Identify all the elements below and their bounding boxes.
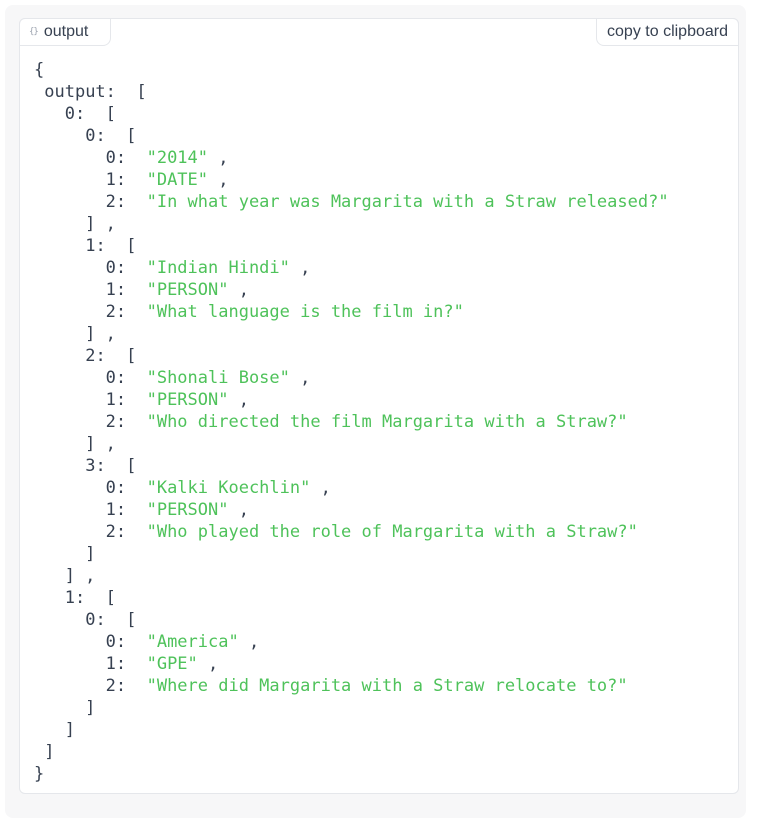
json-value-row: 2: "Where did Margarita with a Straw rel… [34, 676, 628, 696]
json-index: 0 [85, 610, 96, 630]
json-string-value: "America" [146, 632, 239, 652]
json-group-close: ] , [34, 566, 96, 586]
json-item-close: ] , [34, 324, 116, 344]
json-string-value: "PERSON" [146, 280, 229, 300]
json-index: 0 [85, 126, 96, 146]
output-label: {} output [19, 18, 111, 46]
json-value-row: 2: "Who played the role of Margarita wit… [34, 522, 638, 542]
output-container: {} output copy to clipboard { output: [ … [5, 5, 746, 818]
json-string-value: "Who directed the film Margarita with a … [146, 412, 628, 432]
json-value-row: 1: "GPE" , [34, 654, 219, 674]
json-value-row: 0: "America" , [34, 632, 260, 652]
json-value-row: 0: "Shonali Bose" , [34, 368, 311, 388]
json-root-close: ] [34, 742, 55, 762]
json-item-close: ] , [34, 434, 116, 454]
json-value-row: 0: "2014" , [34, 148, 229, 168]
json-key: output [44, 82, 106, 102]
json-value-row: 1: "DATE" , [34, 170, 229, 190]
json-index: 1 [85, 236, 96, 256]
json-value-row: 1: "PERSON" , [34, 280, 249, 300]
json-group-open: 0: [ [64, 104, 116, 124]
json-tree: { output: [ 0: [ 0: [ 0: "2014" , 1: "DA… [34, 59, 669, 785]
json-index: 0 [64, 104, 75, 124]
json-value-row: 1: "PERSON" , [34, 390, 249, 410]
json-root-key: output: [ [44, 82, 147, 102]
json-item-close: ] [34, 698, 96, 718]
json-value-row: 2: "In what year was Margarita with a St… [34, 192, 669, 212]
json-string-value: "PERSON" [146, 500, 229, 520]
json-item-open: 0: [ [85, 610, 137, 630]
json-string-value: "GPE" [146, 654, 198, 674]
copy-to-clipboard-button[interactable]: copy to clipboard [596, 18, 739, 46]
json-string-value: "PERSON" [146, 390, 229, 410]
json-value-row: 0: "Indian Hindi" , [34, 258, 311, 278]
json-value-row: 0: "Kalki Koechlin" , [34, 478, 331, 498]
json-item-open: 1: [ [85, 236, 137, 256]
braces-icon: {} [29, 27, 39, 37]
json-group-open: 1: [ [64, 588, 116, 608]
json-item-close: ] [34, 544, 96, 564]
json-output-panel: {} output copy to clipboard { output: [ … [19, 18, 739, 794]
json-string-value: "Who played the role of Margarita with a… [146, 522, 638, 542]
json-group-close: ] [34, 720, 75, 740]
json-value-row: 1: "PERSON" , [34, 500, 249, 520]
json-index: 1 [64, 588, 75, 608]
json-string-value: "What language is the film in?" [146, 302, 464, 322]
json-string-value: "Shonali Bose" [146, 368, 290, 388]
json-index: 3 [85, 456, 96, 476]
json-item-open: 0: [ [85, 126, 137, 146]
json-string-value: "Indian Hindi" [146, 258, 290, 278]
json-value-row: 2: "What language is the film in?" [34, 302, 464, 322]
json-close-brace: } [34, 764, 45, 784]
json-string-value: "Where did Margarita with a Straw reloca… [146, 676, 628, 696]
json-index: 2 [85, 346, 96, 366]
json-item-close: ] , [34, 214, 116, 234]
json-string-value: "2014" [146, 148, 209, 168]
json-item-open: 2: [ [85, 346, 137, 366]
json-string-value: "Kalki Koechlin" [146, 478, 311, 498]
json-open-brace: { [34, 60, 45, 80]
json-item-open: 3: [ [85, 456, 137, 476]
json-value-row: 2: "Who directed the film Margarita with… [34, 412, 628, 432]
output-label-text: output [43, 23, 89, 40]
json-string-value: "DATE" [146, 170, 209, 190]
json-string-value: "In what year was Margarita with a Straw… [146, 192, 669, 212]
